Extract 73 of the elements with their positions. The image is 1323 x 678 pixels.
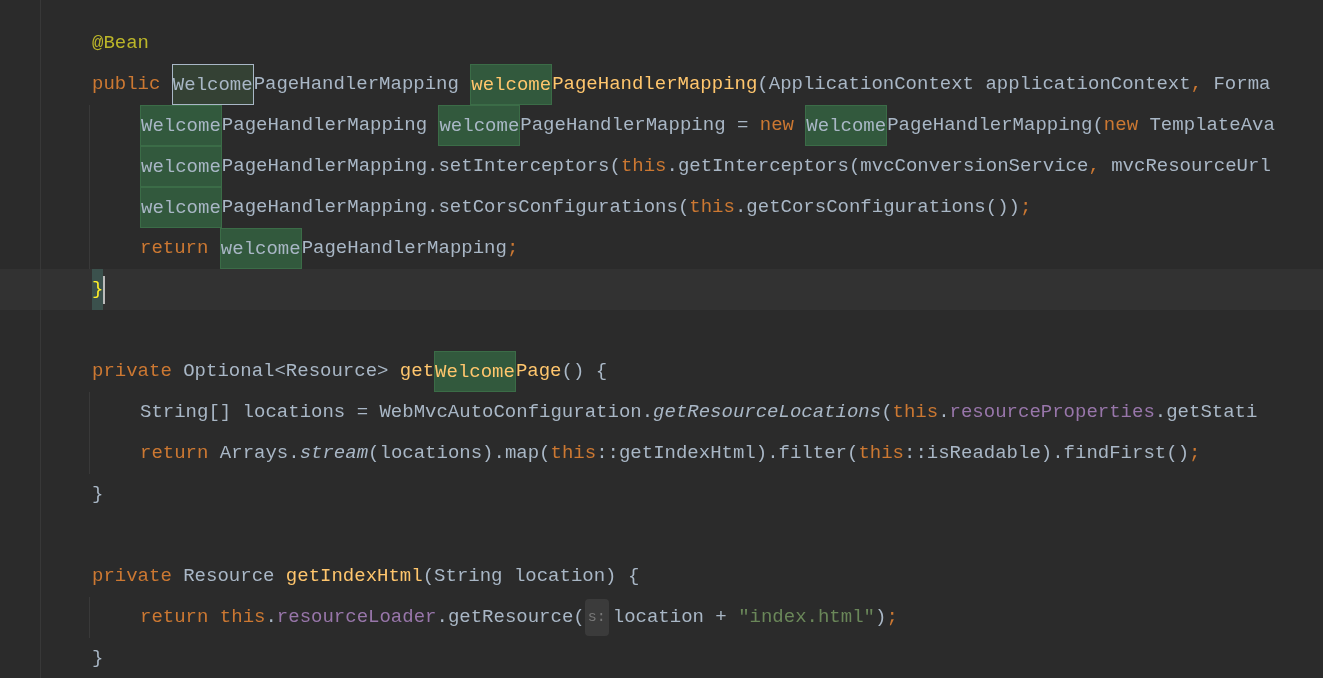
field-name: resourceLoader bbox=[276, 605, 437, 630]
code-text: String[] locations = WebMvcAutoConfiguration. bbox=[140, 400, 654, 425]
highlighted-identifier: welcome bbox=[219, 228, 302, 269]
keyword-text: new bbox=[1103, 113, 1140, 138]
keyword-text: , bbox=[1088, 154, 1101, 179]
keyword-text: ; bbox=[1189, 441, 1201, 466]
highlighted-identifier: welcome bbox=[438, 105, 521, 146]
keyword-text: private bbox=[92, 564, 173, 589]
code-text: TemplateAva bbox=[1149, 113, 1275, 138]
code-text: mvcResourceUrl bbox=[1111, 154, 1271, 179]
code-text: ) bbox=[875, 605, 887, 630]
method-name: get bbox=[399, 359, 435, 384]
code-text: (ApplicationContext applicationContext bbox=[757, 72, 1191, 97]
annotation-text: @Bean bbox=[92, 31, 149, 56]
code-text: Optional<Resource> bbox=[183, 359, 390, 384]
code-text: .getInterceptors(mvcConversionService bbox=[666, 154, 1089, 179]
code-text: } bbox=[92, 646, 104, 671]
keyword-text: , bbox=[1190, 72, 1204, 97]
identifier-under-caret: Welcome bbox=[171, 64, 254, 105]
highlighted-identifier: Welcome bbox=[140, 105, 222, 146]
highlighted-identifier: Welcome bbox=[805, 105, 888, 146]
static-method-call: stream bbox=[299, 441, 369, 466]
highlighted-identifier: welcome bbox=[470, 64, 553, 105]
code-text: PageHandlerMapping = bbox=[520, 113, 750, 138]
highlighted-identifier: welcome bbox=[140, 187, 222, 228]
highlighted-identifier: welcome bbox=[140, 146, 222, 187]
method-name: PageHandlerMapping bbox=[552, 72, 758, 97]
keyword-text: return bbox=[140, 605, 210, 630]
field-name: resourceProperties bbox=[949, 400, 1155, 425]
string-literal: "index.html" bbox=[738, 605, 875, 630]
code-text: PageHandlerMapping.setInterceptors( bbox=[221, 154, 621, 179]
text-caret bbox=[103, 275, 106, 304]
highlighted-identifier: Welcome bbox=[434, 351, 516, 392]
keyword-text: ; bbox=[886, 605, 898, 630]
keyword-text: private bbox=[92, 359, 173, 384]
keyword-text: public bbox=[92, 72, 162, 97]
keyword-text: this bbox=[219, 605, 266, 630]
code-text: ( bbox=[881, 400, 893, 425]
code-text: . bbox=[938, 400, 950, 425]
code-text: } bbox=[92, 482, 104, 507]
code-text: Arrays. bbox=[219, 441, 300, 466]
method-name: Page bbox=[515, 359, 562, 384]
code-text: location + bbox=[612, 605, 728, 630]
keyword-text: this bbox=[892, 400, 939, 425]
parameter-hint: s: bbox=[584, 599, 609, 636]
method-name: getIndexHtml bbox=[285, 564, 423, 589]
keyword-text: return bbox=[140, 236, 210, 261]
code-text: PageHandlerMapping( bbox=[887, 113, 1104, 138]
code-text: Resource bbox=[183, 564, 276, 589]
keyword-text: ; bbox=[1019, 195, 1032, 220]
code-text: (String location) { bbox=[422, 564, 640, 589]
code-text: . bbox=[265, 605, 277, 630]
keyword-text: this bbox=[689, 195, 735, 220]
static-method-call: getResourceLocations bbox=[653, 400, 882, 425]
keyword-text: this bbox=[550, 441, 597, 466]
keyword-text: this bbox=[858, 441, 904, 466]
matched-brace: } bbox=[92, 269, 104, 310]
code-text: .getResource( bbox=[436, 605, 585, 630]
keyword-text: return bbox=[140, 441, 210, 466]
code-text: PageHandlerMapping.setCorsConfigurations( bbox=[221, 195, 690, 220]
code-text: ::isReadable).findFirst() bbox=[904, 441, 1190, 466]
code-text: () { bbox=[561, 359, 608, 384]
code-text: ::getIndexHtml).filter( bbox=[596, 441, 859, 466]
code-text: PageHandlerMapping bbox=[301, 236, 507, 261]
code-text: PageHandlerMapping bbox=[253, 72, 460, 97]
code-text: PageHandlerMapping bbox=[221, 113, 429, 138]
code-text: .getStati bbox=[1154, 400, 1258, 425]
code-text: Forma bbox=[1213, 72, 1271, 97]
keyword-text: this bbox=[620, 154, 667, 179]
keyword-text: new bbox=[759, 113, 795, 138]
keyword-text: ; bbox=[506, 236, 519, 261]
code-text: (locations).map( bbox=[368, 441, 551, 466]
code-text: .getCorsConfigurations()) bbox=[734, 195, 1020, 220]
